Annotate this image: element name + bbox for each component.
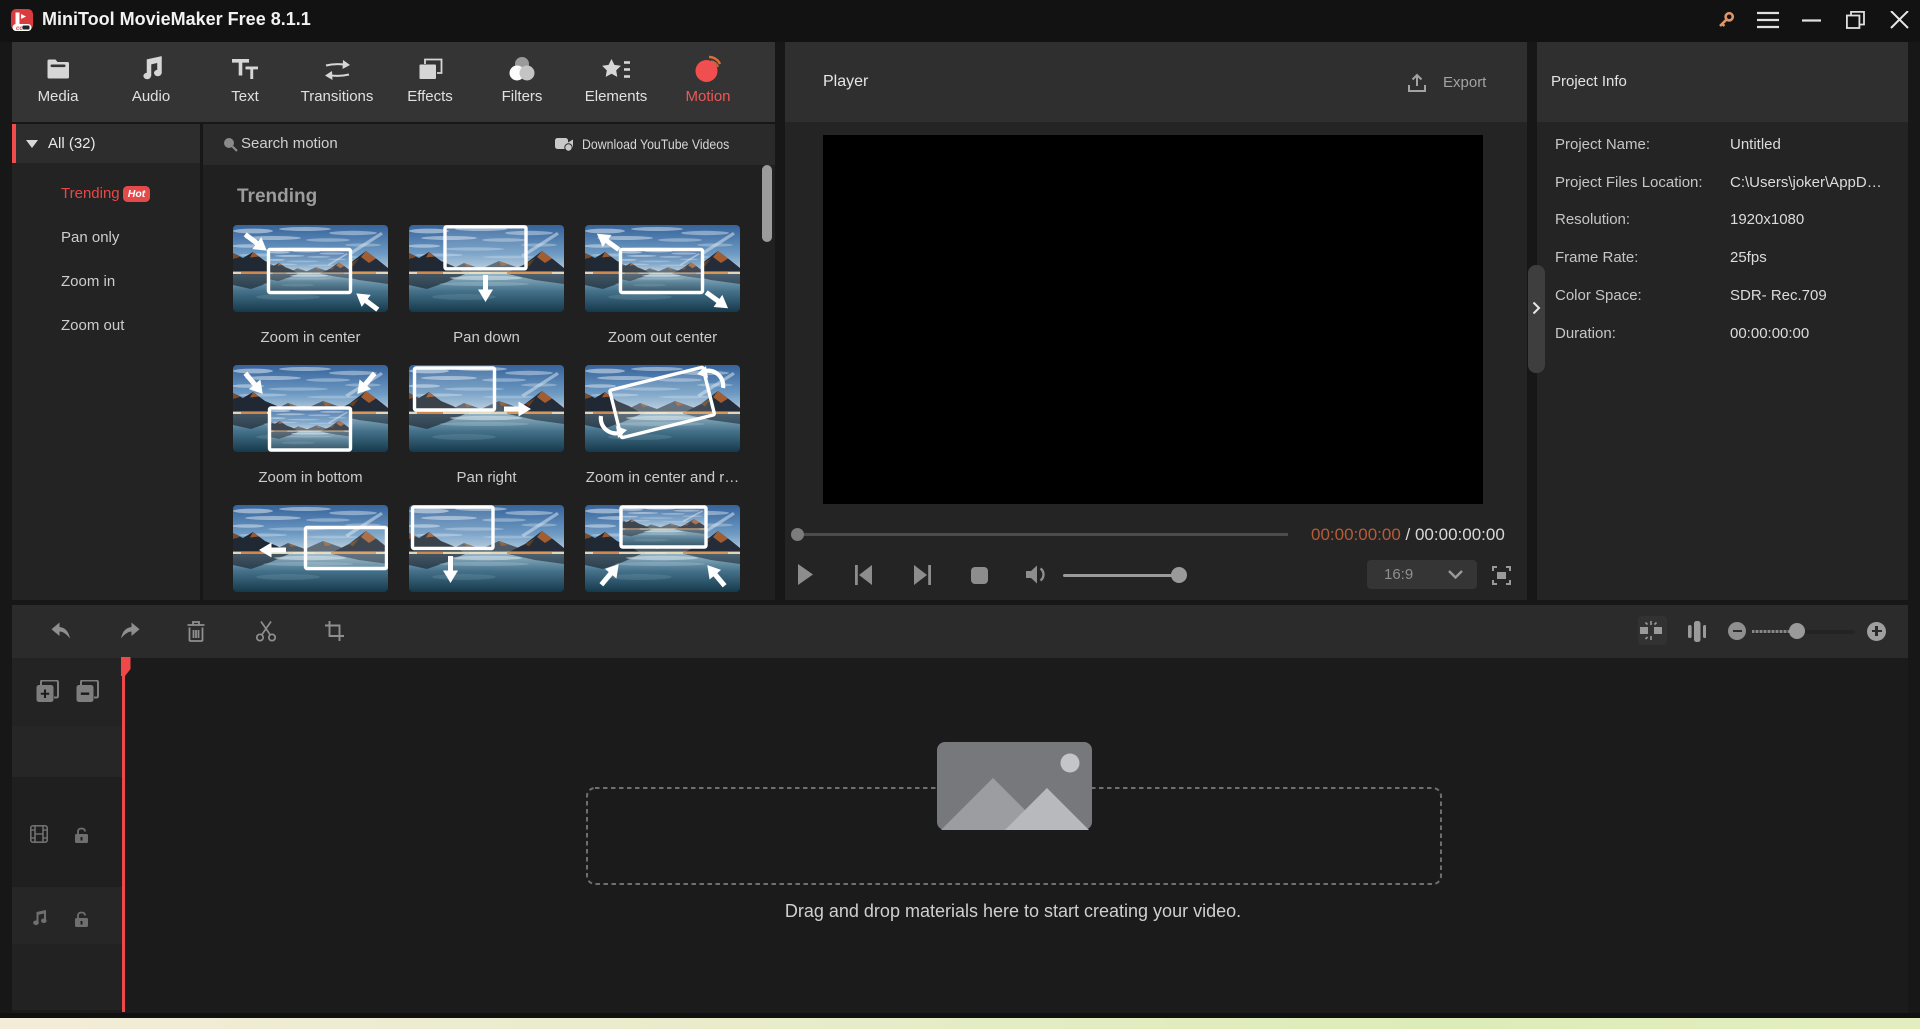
svg-text:cc: cc xyxy=(16,26,23,32)
